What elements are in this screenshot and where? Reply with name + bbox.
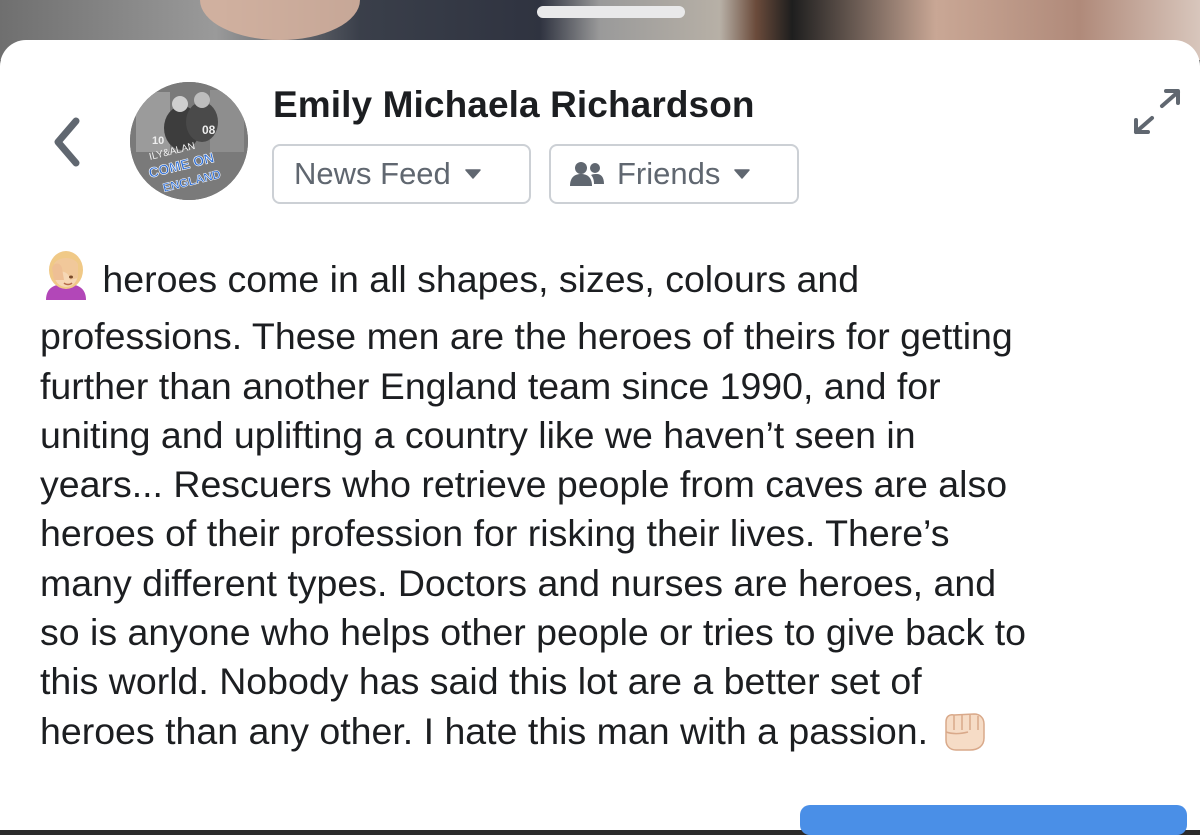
- expand-arrows-icon: [1134, 89, 1180, 134]
- post-line: heroes come in all shapes, sizes, colour…: [40, 250, 1190, 312]
- profile-avatar[interactable]: 08 10 ILY&ALAN COME ON ENGLAND: [130, 82, 248, 200]
- caret-down-icon: [734, 169, 751, 179]
- chevron-left-icon: [54, 117, 80, 167]
- profile-name: Emily Michaela Richardson: [273, 84, 755, 125]
- face-palm-emoji: [40, 250, 92, 312]
- post-line: so is anyone who helps other people or t…: [40, 611, 1027, 654]
- news-feed-label: News Feed: [294, 156, 451, 191]
- back-button[interactable]: [44, 111, 90, 173]
- post-text[interactable]: heroes come in all shapes, sizes, colour…: [40, 250, 1190, 764]
- avatar-number-10: 10: [152, 135, 164, 147]
- avatar-number-08: 08: [202, 123, 216, 137]
- sheet-grabber-handle[interactable]: [537, 6, 685, 18]
- post-line: heroes of their profession for risking t…: [40, 512, 950, 555]
- post-line: professions. These men are the heroes of…: [40, 315, 1013, 358]
- friends-icon: [569, 160, 605, 188]
- privacy-label: Friends: [617, 156, 721, 191]
- news-feed-dropdown[interactable]: News Feed: [272, 144, 531, 204]
- caret-down-icon: [465, 169, 481, 179]
- post-line: this world. Nobody has said this lot are…: [40, 660, 922, 703]
- privacy-dropdown[interactable]: Friends: [549, 144, 799, 204]
- post-line: heroes than any other. I hate this man w…: [40, 707, 1190, 764]
- fist-bump-emoji: [938, 710, 988, 764]
- post-line: further than another England team since …: [40, 364, 941, 407]
- post-line: years... Rescuers who retrieve people fr…: [40, 463, 1008, 506]
- background-figure: [200, 0, 360, 40]
- post-button[interactable]: [800, 805, 1187, 835]
- post-line: uniting and uplifting a country like we …: [40, 413, 916, 456]
- expand-button[interactable]: [1128, 86, 1186, 138]
- post-line: many different types. Doctors and nurses…: [40, 561, 997, 604]
